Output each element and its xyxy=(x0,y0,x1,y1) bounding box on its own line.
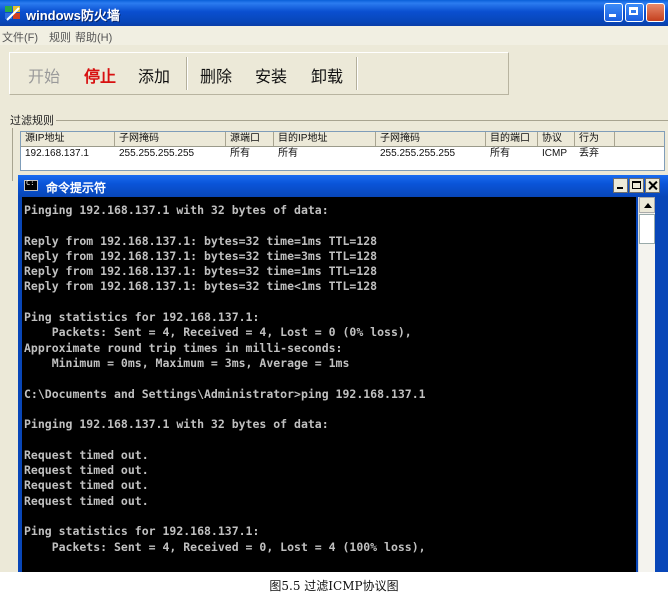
table-cell: 所有 xyxy=(230,148,250,159)
table-cell: 255.255.255.255 xyxy=(119,148,195,159)
vertical-scrollbar[interactable] xyxy=(638,197,655,572)
delete-button[interactable]: 删除 xyxy=(200,63,232,87)
table-cell: 所有 xyxy=(278,148,298,159)
console-text: Pinging 192.168.137.1 with 32 bytes of d… xyxy=(24,203,426,554)
table-cell: 所有 xyxy=(490,148,510,159)
add-button[interactable]: 添加 xyxy=(138,63,170,87)
close-button[interactable] xyxy=(646,3,665,22)
table-cell: ICMP xyxy=(542,148,567,159)
column-header[interactable]: 源端口 xyxy=(226,132,274,146)
rules-table-header: 源IP地址 子网掩码 源端口 目的IP地址 子网掩码 目的端口 协议 行为 xyxy=(21,132,664,147)
table-cell: 255.255.255.255 xyxy=(380,148,456,159)
cmd-maximize-button[interactable] xyxy=(629,178,644,193)
uninstall-button[interactable]: 卸载 xyxy=(311,63,343,87)
rules-group-title: 过滤规则 xyxy=(8,112,56,128)
table-cell: 192.168.137.1 xyxy=(25,148,89,159)
menu-file[interactable]: 文件(F) xyxy=(2,29,38,45)
cmd-titlebar[interactable]: 命令提示符 xyxy=(18,175,668,197)
scroll-up-arrow-icon[interactable] xyxy=(639,197,655,213)
menu-help[interactable]: 帮助(H) xyxy=(75,29,112,45)
menu-bar: 文件(F) 规则 帮助(H) xyxy=(0,26,668,45)
column-header[interactable]: 协议 xyxy=(538,132,575,146)
column-header[interactable]: 子网掩码 xyxy=(115,132,226,146)
window-title: windows防火墙 xyxy=(26,8,120,23)
scroll-thumb[interactable] xyxy=(639,214,655,244)
cmd-window-title: 命令提示符 xyxy=(46,181,107,195)
start-button[interactable]: 开始 xyxy=(28,63,60,87)
maximize-button[interactable] xyxy=(625,3,644,22)
install-button[interactable]: 安装 xyxy=(255,63,287,87)
toolbar-separator xyxy=(186,57,188,90)
cmd-window: 命令提示符 Pinging 192.168.137.1 with 32 byte… xyxy=(18,175,668,572)
column-header[interactable]: 目的IP地址 xyxy=(274,132,376,146)
table-cell: 丢弃 xyxy=(579,148,599,159)
column-header[interactable]: 行为 xyxy=(575,132,615,146)
column-header[interactable]: 源IP地址 xyxy=(21,132,115,146)
figure-caption: 图5.5 过滤ICMP协议图 xyxy=(269,579,399,593)
console-output[interactable]: Pinging 192.168.137.1 with 32 bytes of d… xyxy=(22,197,636,572)
toolbar: 开始 停止 添加 删除 安装 卸载 xyxy=(9,52,509,95)
cmd-minimize-button[interactable] xyxy=(613,178,628,193)
stop-button[interactable]: 停止 xyxy=(84,63,116,87)
table-row[interactable]: 192.168.137.1 255.255.255.255 所有 所有 255.… xyxy=(21,147,664,161)
rules-table: 源IP地址 子网掩码 源端口 目的IP地址 子网掩码 目的端口 协议 行为 19… xyxy=(20,131,665,171)
cmd-close-button[interactable] xyxy=(645,178,660,193)
column-header[interactable]: 子网掩码 xyxy=(376,132,486,146)
minimize-button[interactable] xyxy=(604,3,623,22)
column-header[interactable]: 目的端口 xyxy=(486,132,538,146)
console-icon xyxy=(24,179,38,191)
firewall-app-icon xyxy=(5,6,20,21)
toolbar-separator xyxy=(356,57,358,90)
menu-rules[interactable]: 规则 xyxy=(49,29,71,45)
firewall-titlebar[interactable]: windows防火墙 xyxy=(0,0,668,26)
